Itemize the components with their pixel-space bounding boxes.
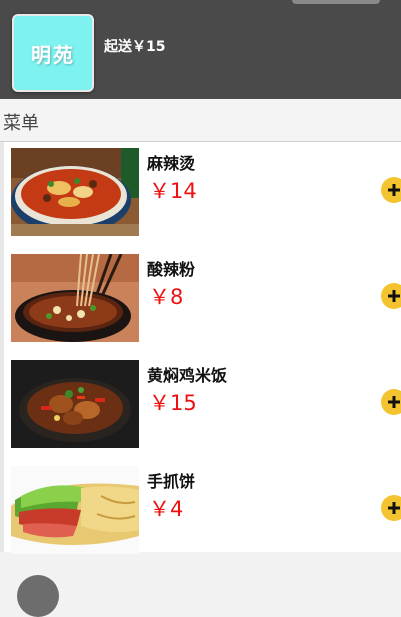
add-to-cart-button[interactable] (381, 283, 401, 309)
add-to-cart-button[interactable] (381, 177, 401, 203)
list-divider-strip (0, 142, 4, 552)
menu-item[interactable]: 手抓饼 ￥4 (0, 463, 401, 569)
shop-header: 明苑 起送￥15 (0, 0, 401, 99)
add-to-cart-button[interactable] (381, 389, 401, 415)
dish-name: 酸辣粉 (147, 260, 196, 279)
dish-image-malatang (11, 148, 139, 236)
shop-logo[interactable]: 明苑 (12, 14, 94, 92)
menu-item[interactable]: 黄焖鸡米饭 ￥15 (0, 357, 401, 463)
plus-icon (388, 502, 400, 514)
dish-price: ￥14 (149, 179, 197, 203)
dish-image-huangmenji (11, 360, 139, 448)
dish-price: ￥8 (149, 285, 184, 309)
dish-image-shouzhuabing (11, 466, 139, 554)
add-to-cart-button[interactable] (381, 495, 401, 521)
dish-name: 黄焖鸡米饭 (147, 366, 228, 385)
menu-list: 麻辣烫 ￥14 酸辣粉 ￥8 黄焖鸡米饭 ￥15 手抓饼 ￥4 (0, 142, 401, 554)
dish-price: ￥15 (149, 391, 197, 415)
min-order-label: 起送￥15 (104, 39, 166, 55)
shop-logo-text: 明苑 (31, 42, 75, 67)
cart-button[interactable] (17, 575, 59, 617)
plus-icon (388, 290, 400, 302)
menu-section-header: 菜单 (0, 99, 401, 142)
dish-name: 麻辣烫 (147, 154, 196, 173)
dish-image-suanlafen (11, 254, 139, 342)
header-tab[interactable] (292, 0, 380, 4)
menu-item[interactable]: 麻辣烫 ￥14 (0, 145, 401, 251)
plus-icon (388, 396, 400, 408)
dish-name: 手抓饼 (147, 472, 196, 491)
plus-icon (388, 184, 400, 196)
dish-price: ￥4 (149, 497, 184, 521)
menu-item[interactable]: 酸辣粉 ￥8 (0, 251, 401, 357)
menu-section-title: 菜单 (3, 113, 39, 134)
